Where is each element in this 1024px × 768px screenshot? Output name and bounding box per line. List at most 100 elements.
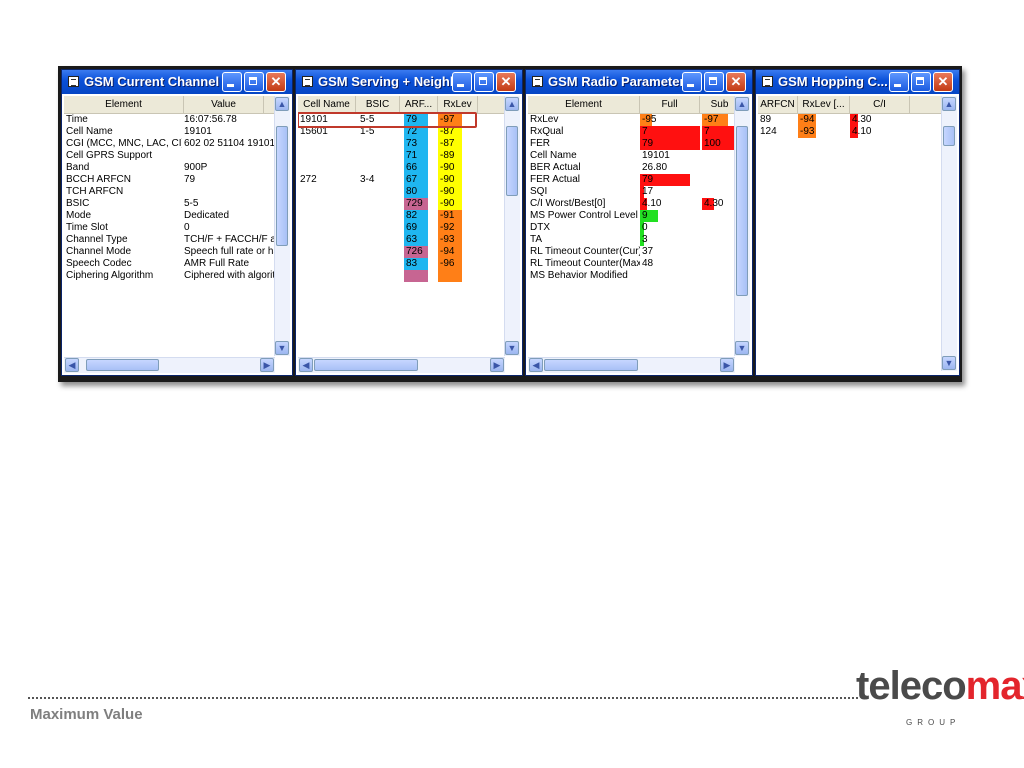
vertical-scrollbar[interactable]: ▲ ▼ [274,96,290,356]
table-row[interactable]: Cell GPRS Support [64,150,275,162]
table-row[interactable]: Ciphering Algorithm Ciphered with algorit… [64,270,276,282]
table-row[interactable]: BCCH ARFCN 79 [64,174,275,186]
table-row[interactable]: Cell Name 19101 [528,150,735,162]
vertical-scroll-thumb[interactable] [736,126,748,296]
table-row[interactable]: Channel Mode Speech full rate or ha [64,246,276,258]
horizontal-scrollbar[interactable]: ◀ ▶ [64,357,275,373]
scroll-left-button[interactable]: ◀ [299,358,313,372]
scroll-down-button[interactable]: ▼ [275,341,289,355]
column-header[interactable]: Cell Name [298,96,356,113]
table-cell: RxLev [530,114,559,125]
table-row[interactable]: 80 -90 [298,186,505,198]
scroll-up-button[interactable]: ▲ [942,97,956,111]
vertical-scrollbar[interactable]: ▲ ▼ [504,96,520,356]
close-button[interactable] [726,72,746,92]
table-row[interactable]: RL Timeout Counter(Max) 48 [528,258,735,270]
scroll-down-button[interactable]: ▼ [735,341,749,355]
table-row[interactable]: Time 16:07:56.78 [64,114,275,126]
scroll-up-button[interactable]: ▲ [505,97,519,111]
table-row[interactable]: MS Behavior Modified [528,270,735,282]
vertical-scrollbar[interactable]: ▲ ▼ [734,96,750,356]
column-header[interactable]: ARF... [400,96,438,113]
minimize-button[interactable] [452,72,472,92]
table-row[interactable]: Channel Type TCH/F + FACCH/F ai [64,234,276,246]
vertical-scroll-thumb[interactable] [943,126,955,146]
table-row[interactable]: 73 -87 [298,138,505,150]
column-header[interactable]: ARFCN [758,96,798,113]
horizontal-scrollbar[interactable]: ◀ ▶ [528,357,735,373]
table-row[interactable]: 124 -93 4.10 [758,126,942,138]
horizontal-scroll-thumb[interactable] [314,359,418,371]
maximize-button[interactable] [474,72,494,92]
maximize-button[interactable] [244,72,264,92]
scroll-up-button[interactable]: ▲ [275,97,289,111]
table-row[interactable]: 89 -94 4.30 [758,114,942,126]
column-header[interactable]: RxLev [... [798,96,850,113]
window-titlebar[interactable]: GSM Current Channel [MS1] [62,70,292,94]
table-row[interactable]: DTX 0 [528,222,735,234]
table-row[interactable]: CGI (MCC, MNC, LAC, CI) 602 02 51104 1910… [64,138,275,150]
horizontal-scroll-thumb[interactable] [544,359,638,371]
window-titlebar[interactable]: GSM Hopping C... [756,70,959,94]
scroll-left-button[interactable]: ◀ [65,358,79,372]
table-row[interactable]: Mode Dedicated [64,210,275,222]
table-row[interactable]: 272 3-4 67 -90 [298,174,505,186]
horizontal-scroll-thumb[interactable] [86,359,159,371]
table-row[interactable]: BSIC 5-5 [64,198,275,210]
table-row[interactable]: TCH ARFCN [64,186,275,198]
table-row[interactable]: 82 -91 [298,210,505,222]
close-button[interactable] [496,72,516,92]
close-button[interactable] [933,72,953,92]
column-header[interactable]: RxLev [438,96,478,113]
column-header[interactable]: Element [64,96,184,113]
minimize-button[interactable] [682,72,702,92]
table-row[interactable]: 726 -94 [298,246,505,258]
table-row[interactable]: 63 -93 [298,234,505,246]
scroll-down-button[interactable]: ▼ [942,356,956,370]
table-row[interactable]: SQI 17 [528,186,735,198]
scroll-right-button[interactable]: ▶ [260,358,274,372]
table-row[interactable]: Speech Codec AMR Full Rate [64,258,275,270]
table-row[interactable]: Time Slot 0 [64,222,275,234]
column-header[interactable]: Value [184,96,264,113]
table-row[interactable]: 69 -92 [298,222,505,234]
table-row[interactable]: BER Actual 26.80 [528,162,735,174]
table-row[interactable]: RL Timeout Counter(Cur) 37 [528,246,735,258]
table-row[interactable]: RxQual 7 7 [528,126,735,138]
table-row[interactable]: 71 -89 [298,150,505,162]
horizontal-scrollbar[interactable]: ◀ ▶ [298,357,505,373]
close-button[interactable] [266,72,286,92]
window-titlebar[interactable]: GSM Serving + Neighbo... [296,70,522,94]
window-titlebar[interactable]: GSM Radio Parameters... [526,70,752,94]
vertical-scrollbar[interactable]: ▲ ▼ [941,96,957,371]
table-cell [702,162,736,174]
window-title: GSM Serving + Neighbo... [318,74,454,89]
table-row[interactable] [298,270,505,282]
column-header[interactable]: Element [528,96,640,113]
column-header[interactable]: BSIC [356,96,400,113]
table-row[interactable]: Band 900P [64,162,275,174]
table-row[interactable]: C/I Worst/Best[0] 4.10 4.30 [528,198,735,210]
scroll-down-button[interactable]: ▼ [505,341,519,355]
minimize-button[interactable] [222,72,242,92]
column-header[interactable]: C/I [850,96,910,113]
scroll-up-button[interactable]: ▲ [735,97,749,111]
maximize-button[interactable] [704,72,724,92]
table-row[interactable]: RxLev -95 -97 [528,114,735,126]
table-row[interactable]: FER 79 100 [528,138,735,150]
table-row[interactable]: TA 3 [528,234,735,246]
table-row[interactable]: 83 -96 [298,258,505,270]
minimize-button[interactable] [889,72,909,92]
scroll-left-button[interactable]: ◀ [529,358,543,372]
table-row[interactable]: FER Actual 79 [528,174,735,186]
vertical-scroll-thumb[interactable] [506,126,518,196]
scroll-right-button[interactable]: ▶ [490,358,504,372]
table-row[interactable]: Cell Name 19101 [64,126,275,138]
column-header[interactable]: Full [640,96,700,113]
table-row[interactable]: MS Power Control Level 9 [528,210,735,222]
maximize-button[interactable] [911,72,931,92]
table-row[interactable]: 729 -90 [298,198,505,210]
scroll-right-button[interactable]: ▶ [720,358,734,372]
table-row[interactable]: 66 -90 [298,162,505,174]
vertical-scroll-thumb[interactable] [276,126,288,246]
